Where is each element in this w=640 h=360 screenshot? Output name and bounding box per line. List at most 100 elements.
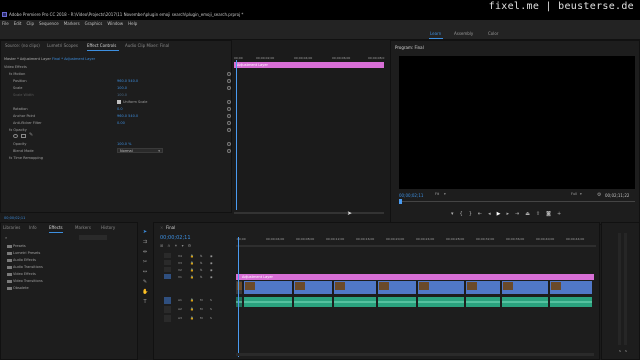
workspace-assembly[interactable]: Assembly (454, 31, 473, 36)
effects-bin-video-transitions[interactable]: Video Transitions (13, 279, 43, 283)
menu-markers[interactable]: Markers (64, 20, 80, 28)
menu-window[interactable]: Window (107, 20, 123, 28)
effects-bin-audio-transitions[interactable]: Audio Transitions (13, 265, 43, 269)
meter-solo-left[interactable]: S (619, 349, 621, 353)
track-header-a1[interactable]: A1 🔒 M S (154, 297, 236, 305)
step-forward-icon[interactable]: ▸ (506, 211, 515, 217)
tab-program-final[interactable]: Program: Final (395, 45, 424, 50)
tab-source[interactable]: Source: (no clips) (5, 43, 40, 48)
video-clip[interactable] (334, 281, 377, 294)
extract-icon[interactable]: ⇪ (536, 211, 546, 217)
rectangle-mask-icon[interactable] (21, 134, 26, 138)
menu-clip[interactable]: Clip (26, 20, 34, 28)
wrench-icon[interactable]: ⚙ (597, 192, 601, 198)
type-tool-icon[interactable]: T (142, 300, 148, 305)
tab-lumetri-scopes[interactable]: Lumetri Scopes (47, 43, 78, 48)
video-clip[interactable] (502, 281, 549, 294)
timeline-playhead[interactable] (238, 237, 239, 357)
video-clip[interactable] (466, 281, 501, 294)
pen-tool-icon[interactable]: ✎ (142, 280, 148, 285)
track-target-toggle[interactable] (164, 267, 171, 272)
ec-master-header[interactable]: Master * Adjustment Layer Final * Adjust… (4, 57, 95, 61)
selection-tool-icon[interactable]: ➤ (142, 230, 148, 235)
effects-bin-presets[interactable]: Presets (13, 244, 26, 248)
tab-markers[interactable]: Markers (75, 225, 91, 230)
menu-file[interactable]: File (2, 20, 9, 28)
tab-sequence-final[interactable]: Final (166, 225, 175, 230)
eye-icon[interactable]: ◉ (210, 268, 213, 272)
lift-icon[interactable]: ⏏ (525, 211, 536, 217)
effects-bin-obsolete[interactable]: Obsolete (13, 286, 29, 290)
export-frame-icon[interactable]: ◙ (546, 211, 557, 217)
sync-icon[interactable]: ⇅ (200, 275, 203, 279)
razor-tool-icon[interactable]: ✂ (142, 260, 148, 265)
audio-clip[interactable] (550, 297, 593, 307)
video-clip[interactable] (378, 281, 417, 294)
program-timecode-current[interactable]: 00;00;02;11 (399, 193, 423, 198)
reset-icon[interactable] (227, 107, 231, 111)
ec-rotation-value[interactable]: 0.0 (117, 107, 123, 111)
work-area-bar[interactable] (236, 245, 596, 247)
track-target-toggle[interactable] (164, 260, 171, 265)
track-target-toggle[interactable] (164, 253, 171, 258)
ec-opacity-value[interactable]: 100.0 % (117, 142, 131, 146)
audio-clip[interactable] (244, 297, 293, 307)
lock-icon[interactable]: 🔒 (190, 307, 194, 311)
workspace-learn[interactable]: Learn (430, 31, 441, 36)
add-marker-icon[interactable]: ▾ (451, 211, 460, 217)
mute-icon[interactable]: M (200, 307, 203, 311)
step-back-icon[interactable]: ◂ (488, 211, 497, 217)
menu-graphics[interactable]: Graphics (85, 20, 103, 28)
ec-playhead[interactable] (236, 60, 237, 210)
ec-anchor-value[interactable]: 960.0 540.0 (117, 114, 138, 118)
ripple-edit-tool-icon[interactable]: ⇹ (142, 250, 148, 255)
effects-filter-buttons[interactable] (79, 235, 107, 240)
track-header-v1[interactable]: V1 🔒 ⇅ ◉ (154, 274, 236, 280)
reset-icon[interactable] (227, 86, 231, 90)
lock-icon[interactable]: 🔒 (190, 254, 194, 258)
timeline-zoom-scrollbar[interactable] (236, 353, 594, 356)
mark-out-icon[interactable]: } (469, 211, 478, 217)
zoom-fit-dropdown[interactable]: Fit ▾ (435, 192, 453, 197)
mark-in-icon[interactable]: { (460, 211, 469, 217)
menu-sequence[interactable]: Sequence (39, 20, 59, 28)
resolution-dropdown[interactable]: Full ▾ (571, 192, 589, 197)
mute-icon[interactable]: M (200, 316, 203, 320)
video-clip[interactable] (244, 281, 293, 294)
solo-icon[interactable]: S (210, 316, 212, 320)
ec-row-motion[interactable]: fx Motion (9, 72, 25, 76)
audio-clip[interactable] (418, 297, 465, 307)
lock-icon[interactable]: 🔒 (190, 261, 194, 265)
timeline-ruler[interactable]: :00;00 00;00;04;00 00;00;08;00 00;00;12;00 0… (236, 237, 596, 245)
uniform-scale-checkbox[interactable] (117, 100, 121, 104)
button-editor-icon[interactable]: + (557, 211, 567, 217)
effects-bin-audio-effects[interactable]: Audio Effects (13, 258, 36, 262)
track-header-v4[interactable]: V4 🔒 ⇅ ◉ (154, 253, 236, 259)
ec-zoom-scrollbar[interactable] (234, 212, 384, 214)
ec-scale-value[interactable]: 100.0 (117, 86, 127, 90)
ellipse-mask-icon[interactable] (13, 134, 18, 138)
video-clip[interactable] (418, 281, 465, 294)
eye-icon[interactable]: ◉ (210, 254, 213, 258)
effects-bin-lumetri-presets[interactable]: Lumetri Presets (13, 251, 40, 255)
track-header-v3[interactable]: V3 🔒 ⇅ ◉ (154, 260, 236, 266)
audio-clip[interactable] (502, 297, 549, 307)
pen-mask-icon[interactable]: ✎ (29, 133, 34, 138)
adjustment-layer-clip[interactable]: Adjustment Layer (236, 274, 594, 280)
search-icon[interactable]: ⌕ (5, 235, 17, 240)
audio-clip[interactable] (378, 297, 417, 307)
audio-clip[interactable] (294, 297, 333, 307)
reset-icon[interactable] (227, 128, 231, 132)
reset-icon[interactable] (227, 149, 231, 153)
tab-effect-controls[interactable]: Effect Controls (87, 43, 116, 48)
eye-icon[interactable]: ◉ (210, 261, 213, 265)
audio-clip[interactable] (334, 297, 377, 307)
track-target-toggle[interactable] (164, 274, 171, 279)
audio-clip[interactable] (466, 297, 501, 307)
timeline-timecode[interactable]: 00;00;02;11 (160, 235, 191, 241)
program-video-frame[interactable] (399, 56, 635, 189)
play-icon[interactable]: ▶ (497, 211, 507, 217)
lock-icon[interactable]: 🔒 (190, 268, 194, 272)
close-icon[interactable]: × (160, 225, 163, 230)
go-to-in-icon[interactable]: ⇤ (478, 211, 488, 217)
